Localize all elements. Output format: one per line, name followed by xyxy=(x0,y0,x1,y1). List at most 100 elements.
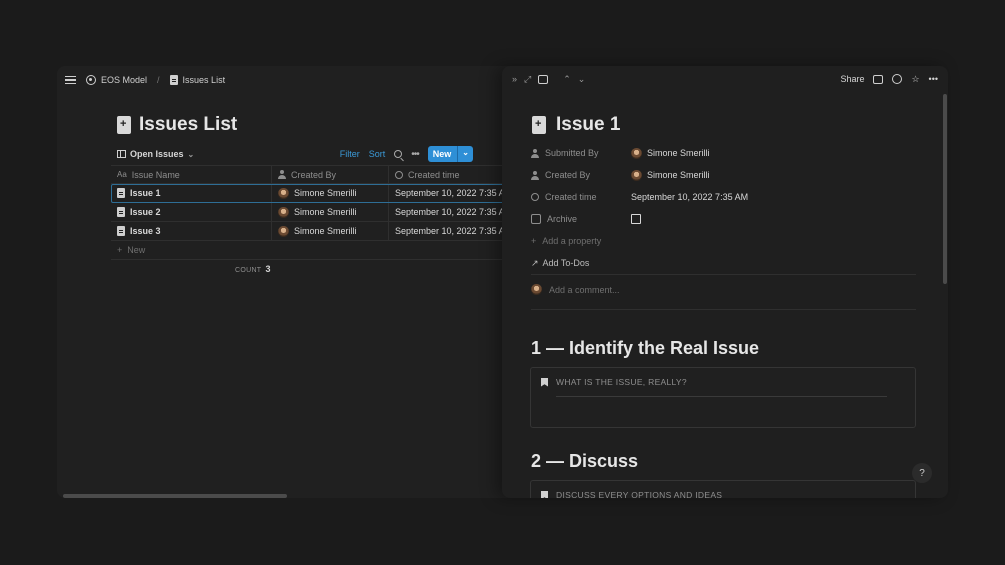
add-todos-label: Add To-Dos xyxy=(542,258,590,268)
property-submitted-by[interactable]: Submitted By Simone Smerilli xyxy=(531,142,916,164)
property-created-by[interactable]: Created By Simone Smerilli xyxy=(531,164,916,186)
property-value-label: Simone Smerilli xyxy=(647,170,710,180)
breadcrumb-workspace[interactable]: EOS Model xyxy=(101,75,147,85)
archive-checkbox[interactable] xyxy=(631,214,641,224)
property-value[interactable]: Simone Smerilli xyxy=(631,169,710,181)
add-property-label: Add a property xyxy=(542,236,602,246)
previous-icon[interactable]: ⌃ xyxy=(563,74,571,85)
clock-icon xyxy=(395,170,403,179)
table-view-icon xyxy=(117,150,126,158)
column-header-label: Issue Name xyxy=(131,169,180,180)
row-name[interactable]: Issue 3 xyxy=(130,226,161,236)
page-icon xyxy=(169,75,178,85)
property-key: Created time xyxy=(531,192,631,202)
property-value[interactable] xyxy=(631,214,641,224)
column-header-name[interactable]: Aa Issue Name xyxy=(111,170,271,180)
row-name[interactable]: Issue 1 xyxy=(130,188,161,198)
row-created-by-cell[interactable]: Simone Smerilli xyxy=(271,184,388,202)
next-icon[interactable]: ⌄ xyxy=(578,74,586,85)
avatar xyxy=(631,147,642,159)
page-doc-icon xyxy=(532,116,546,134)
new-button-label[interactable]: New xyxy=(428,146,458,162)
row-created-time-cell[interactable]: September 10, 2022 7:35 A xyxy=(388,184,517,202)
breadcrumb-page[interactable]: Issues List xyxy=(183,75,226,85)
callout-content: DISCUSS EVERY OPTIONS AND IDEAS xyxy=(531,481,915,498)
plus-icon: + xyxy=(117,245,123,255)
property-value[interactable]: September 10, 2022 7:35 AM xyxy=(631,192,748,202)
property-value[interactable]: Simone Smerilli xyxy=(631,147,710,159)
filter-button[interactable]: Filter xyxy=(340,149,360,159)
callout-text[interactable]: DISCUSS EVERY OPTIONS AND IDEAS xyxy=(556,490,722,498)
table-row[interactable]: Issue 2 Simone Smerilli September 10, 20… xyxy=(111,203,517,222)
callout-text[interactable]: WHAT IS THE ISSUE, REALLY? xyxy=(556,377,687,387)
close-peek-icon[interactable]: » xyxy=(512,74,517,84)
share-button[interactable]: Share xyxy=(840,74,864,84)
view-actions: Filter Sort ••• New ⌄ xyxy=(340,146,473,162)
page-title: Issues List xyxy=(117,114,237,136)
property-archive[interactable]: Archive xyxy=(531,208,916,230)
section-heading[interactable]: 1 — Identify the Real Issue xyxy=(531,338,759,359)
row-name-cell[interactable]: Issue 3 xyxy=(111,226,271,236)
property-key-label: Created By xyxy=(545,170,591,180)
star-icon[interactable]: ☆ xyxy=(911,74,919,85)
plus-icon: + xyxy=(531,236,537,246)
comment-box[interactable]: Add a comment... xyxy=(531,284,620,295)
help-button[interactable]: ? xyxy=(912,463,932,483)
row-created-by-cell[interactable]: Simone Smerilli xyxy=(271,222,388,240)
column-header-created-by[interactable]: Created By xyxy=(271,166,388,183)
add-row-label: New xyxy=(127,245,146,255)
sort-button[interactable]: Sort xyxy=(369,149,386,159)
comment-placeholder[interactable]: Add a comment... xyxy=(549,285,620,295)
row-name-cell[interactable]: Issue 1 xyxy=(111,188,271,198)
issue-title-text[interactable]: Issue 1 xyxy=(556,114,620,136)
clock-icon xyxy=(531,193,539,201)
bookmark-icon xyxy=(541,377,548,387)
table-row[interactable]: Issue 3 Simone Smerilli September 10, 20… xyxy=(111,222,517,241)
breadcrumb: EOS Model / Issues List xyxy=(86,75,225,85)
more-icon[interactable]: ••• xyxy=(929,74,938,84)
more-icon[interactable]: ••• xyxy=(411,149,419,160)
section-heading[interactable]: 2 — Discuss xyxy=(531,451,638,472)
callout-block[interactable]: DISCUSS EVERY OPTIONS AND IDEAS xyxy=(530,480,916,498)
row-created-time: September 10, 2022 7:35 A xyxy=(395,188,505,198)
property-key: Created By xyxy=(531,170,631,180)
top-bar: EOS Model / Issues List xyxy=(57,66,517,94)
vertical-scrollbar[interactable] xyxy=(943,94,947,284)
table-row[interactable]: Issue 1 Simone Smerilli September 10, 20… xyxy=(111,184,517,203)
comment-icon[interactable] xyxy=(873,74,884,84)
horizontal-scrollbar[interactable] xyxy=(63,494,287,498)
new-button[interactable]: New ⌄ xyxy=(427,146,473,162)
property-created-time[interactable]: Created time September 10, 2022 7:35 AM xyxy=(531,186,916,208)
row-created-time-cell[interactable]: September 10, 2022 7:35 A xyxy=(388,222,517,240)
expand-icon[interactable]: ⤢ xyxy=(524,74,531,85)
row-created-time: September 10, 2022 7:35 A xyxy=(395,226,505,236)
peek-top-bar: » ⤢ ⌃ ⌄ Share ☆ ••• xyxy=(502,66,948,92)
add-property-button[interactable]: + Add a property xyxy=(531,230,916,252)
add-row-button[interactable]: + New xyxy=(111,241,517,260)
row-created-time: September 10, 2022 7:35 A xyxy=(395,207,505,217)
search-icon[interactable] xyxy=(394,150,403,158)
page-doc-icon xyxy=(117,116,131,134)
divider xyxy=(531,309,916,310)
new-dropdown-icon[interactable]: ⌄ xyxy=(457,146,473,162)
row-name[interactable]: Issue 2 xyxy=(130,207,161,217)
add-todos-link[interactable]: ↗ Add To-Dos xyxy=(531,252,916,274)
issue-title: Issue 1 xyxy=(532,114,620,136)
peek-nav: » ⤢ ⌃ ⌄ xyxy=(512,74,585,85)
row-created-time-cell[interactable]: September 10, 2022 7:35 A xyxy=(388,203,517,221)
menu-icon[interactable] xyxy=(65,75,76,85)
open-as-page-icon[interactable] xyxy=(538,74,549,84)
property-value-label: Simone Smerilli xyxy=(647,148,710,158)
person-icon xyxy=(278,170,286,179)
person-icon xyxy=(531,170,539,180)
count-summary[interactable]: COUNT 3 xyxy=(235,264,271,274)
row-name-cell[interactable]: Issue 2 xyxy=(111,207,271,217)
property-key-label: Created time xyxy=(545,192,597,202)
callout-block[interactable]: WHAT IS THE ISSUE, REALLY? xyxy=(530,367,916,428)
column-header-created-time[interactable]: Created time xyxy=(388,166,517,183)
checkbox-property-icon xyxy=(531,214,541,224)
row-created-by-cell[interactable]: Simone Smerilli xyxy=(271,203,388,221)
view-label: Open Issues xyxy=(130,149,184,159)
history-icon[interactable] xyxy=(892,74,903,84)
view-selector[interactable]: Open Issues ⌄ xyxy=(117,149,194,159)
